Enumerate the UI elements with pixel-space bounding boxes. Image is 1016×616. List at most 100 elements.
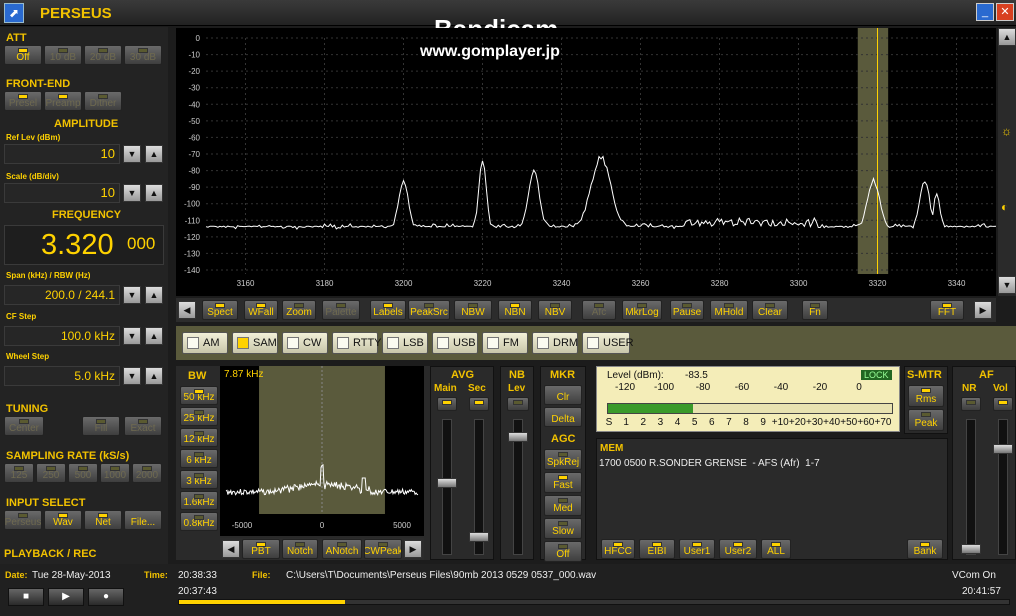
- preamp-button[interactable]: Preamp: [44, 91, 82, 111]
- display-scroll-up[interactable]: ▲: [998, 28, 1016, 46]
- spectrum-palette-button[interactable]: Palette: [322, 300, 360, 320]
- spectrum-afc-button[interactable]: Afc: [582, 300, 616, 320]
- smeter-peak-button[interactable]: Peak: [908, 409, 944, 431]
- wheel-step-down[interactable]: ▼: [123, 367, 141, 385]
- nr-toggle[interactable]: [961, 397, 981, 411]
- sample-rate-125-button[interactable]: 125: [4, 463, 34, 483]
- stop-button[interactable]: ■: [8, 588, 44, 606]
- agc-off-button[interactable]: Off: [544, 541, 582, 562]
- input-net-button[interactable]: Net: [84, 510, 122, 530]
- tuning-center-button[interactable]: Center: [4, 416, 44, 436]
- span-down[interactable]: ▼: [123, 286, 141, 304]
- avg-sec-toggle[interactable]: [469, 397, 489, 411]
- notch-button[interactable]: Notch: [282, 539, 318, 559]
- spectrum-nbv-button[interactable]: NBV: [538, 300, 572, 320]
- spectrum-spect-button[interactable]: Spect: [202, 300, 238, 320]
- dither-button[interactable]: Dither: [84, 91, 122, 111]
- record-button[interactable]: ●: [88, 588, 124, 606]
- play-button[interactable]: ▶: [48, 588, 84, 606]
- spectrum-pause-button[interactable]: Pause: [670, 300, 704, 320]
- agc-med-button[interactable]: Med: [544, 495, 582, 516]
- minimize-button[interactable]: _: [976, 3, 994, 21]
- vol-toggle[interactable]: [993, 397, 1013, 411]
- mode-fm-button[interactable]: FM: [482, 332, 528, 354]
- bw-6-khz-button[interactable]: 6 kHz: [180, 449, 218, 468]
- spectrum-nbw-button[interactable]: NBW: [454, 300, 492, 320]
- spectrum-mkrlog-button[interactable]: MkrLog: [622, 300, 662, 320]
- scale-down[interactable]: ▼: [123, 184, 141, 202]
- spectrum-fft-button[interactable]: FFT: [930, 300, 964, 320]
- spectrum-wfall-button[interactable]: WFall: [244, 300, 278, 320]
- mem-hfcc-button[interactable]: HFCC: [601, 539, 635, 559]
- presel-button[interactable]: Presel: [4, 91, 42, 111]
- cwpeak-button[interactable]: CWPeak: [364, 539, 402, 559]
- spectrum-display[interactable]: 0 -10 -20 -30 -40 -50 -60 -70 -80 -90 -100 -110 -120…: [176, 28, 997, 296]
- spectrum-labels-button[interactable]: Labels: [370, 300, 406, 320]
- spectrum-zoom-button[interactable]: Zoom: [282, 300, 316, 320]
- ref-level-field[interactable]: 10: [4, 144, 120, 164]
- wheel-step-up[interactable]: ▲: [145, 367, 163, 385]
- nb-toggle[interactable]: [507, 397, 529, 411]
- mode-cw-button[interactable]: CW: [282, 332, 328, 354]
- display-scroll-down[interactable]: ▼: [998, 276, 1016, 294]
- input-file-button[interactable]: File...: [124, 510, 162, 530]
- marker-delta-button[interactable]: Delta: [544, 407, 582, 427]
- spectrum-peaksrc-button[interactable]: PeakSrc: [408, 300, 450, 320]
- ref-level-down[interactable]: ▼: [123, 145, 141, 163]
- nb-level-slider[interactable]: [508, 419, 528, 555]
- mode-rtty-button[interactable]: RTTY: [332, 332, 382, 354]
- mode-user-button[interactable]: USER: [582, 332, 634, 354]
- sample-rate-500-button[interactable]: 500: [68, 463, 98, 483]
- mem-bank-button[interactable]: Bank: [907, 539, 943, 559]
- sample-rate-250-button[interactable]: 250: [36, 463, 66, 483]
- pbt-button[interactable]: PBT: [242, 539, 280, 559]
- spectrum-clear-button[interactable]: Clear: [752, 300, 788, 320]
- spectrum-scroll-left[interactable]: ◀: [178, 301, 196, 319]
- mem-entry[interactable]: 1700 0500 R.SONDER GRENSE - AFS (Afr) 1-…: [599, 458, 945, 472]
- spectrum-nbn-button[interactable]: NBN: [498, 300, 532, 320]
- span-up[interactable]: ▲: [145, 286, 163, 304]
- span-field[interactable]: 200.0 / 244.1: [4, 285, 120, 305]
- tuning-fill-button[interactable]: Fill: [82, 416, 120, 436]
- frequency-display[interactable]: 3.320 000: [4, 225, 164, 265]
- cf-step-field[interactable]: 100.0 kHz: [4, 326, 120, 346]
- ref-level-up[interactable]: ▲: [145, 145, 163, 163]
- bw-3-khz-button[interactable]: 3 kHz: [180, 470, 218, 489]
- wheel-step-field[interactable]: 5.0 kHz: [4, 366, 120, 386]
- cf-step-up[interactable]: ▲: [145, 327, 163, 345]
- filter-display[interactable]: -5000 0 5000 7.87 kHz: [220, 366, 424, 536]
- att-10-db-button[interactable]: 10 dB: [44, 45, 82, 65]
- mode-drm-button[interactable]: DRM: [532, 332, 578, 354]
- mem-all-button[interactable]: ALL: [761, 539, 791, 559]
- bw-50-khz-button[interactable]: 50 kHz: [180, 386, 218, 405]
- bw-0-8khz-button[interactable]: 0.8kHz: [180, 512, 218, 531]
- mem-user1-button[interactable]: User1: [679, 539, 715, 559]
- bw-right[interactable]: ▶: [404, 540, 422, 558]
- input-perseus-button[interactable]: Perseus: [4, 510, 42, 530]
- sample-rate-1000-button[interactable]: 1000: [100, 463, 130, 483]
- mem-user2-button[interactable]: User2: [719, 539, 757, 559]
- agc-spkrej-button[interactable]: SpkRej: [544, 449, 582, 470]
- avg-main-toggle[interactable]: [437, 397, 457, 411]
- mode-lsb-button[interactable]: LSB: [382, 332, 428, 354]
- bw-12-khz-button[interactable]: 12 kHz: [180, 428, 218, 447]
- mode-sam-button[interactable]: SAM: [232, 332, 278, 354]
- mode-usb-button[interactable]: USB: [432, 332, 478, 354]
- agc-fast-button[interactable]: Fast: [544, 472, 582, 493]
- avg-main-slider[interactable]: [437, 419, 457, 555]
- scale-field[interactable]: 10: [4, 183, 120, 203]
- bw-1-6khz-button[interactable]: 1.6kHz: [180, 491, 218, 510]
- att-off-button[interactable]: Off: [4, 45, 42, 65]
- scale-up[interactable]: ▲: [145, 184, 163, 202]
- volume-slider[interactable]: [993, 419, 1013, 555]
- spectrum-mhold-button[interactable]: MHold: [710, 300, 748, 320]
- att-30-db-button[interactable]: 30 dB: [124, 45, 162, 65]
- playback-progress[interactable]: [178, 599, 1010, 605]
- input-wav-button[interactable]: Wav: [44, 510, 82, 530]
- avg-sec-slider[interactable]: [469, 419, 489, 555]
- bw-left[interactable]: ◀: [222, 540, 240, 558]
- nr-slider[interactable]: [961, 419, 981, 555]
- bw-25-khz-button[interactable]: 25 kHz: [180, 407, 218, 426]
- mem-eibi-button[interactable]: EIBI: [639, 539, 675, 559]
- spectrum-scroll-right[interactable]: ▶: [974, 301, 992, 319]
